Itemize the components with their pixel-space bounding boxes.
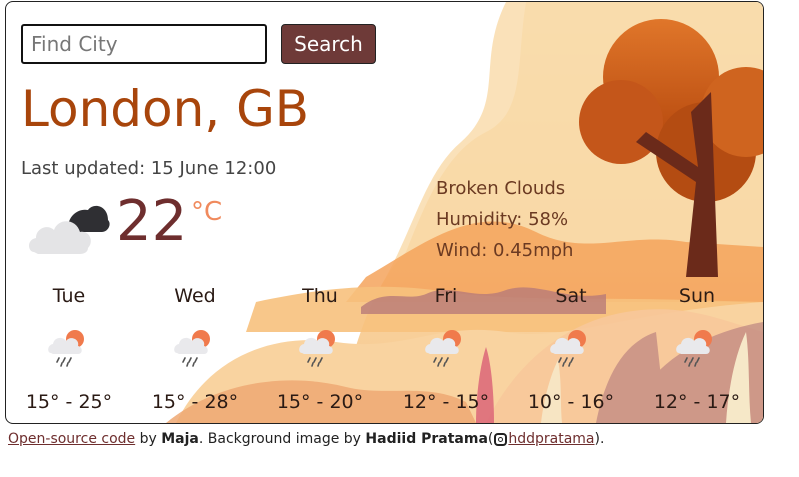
- author-name: Maja: [161, 431, 199, 447]
- artist-instagram-link[interactable]: hddpratama: [508, 431, 594, 447]
- search-input[interactable]: [21, 24, 267, 64]
- forecast-day-name: Sat: [555, 285, 587, 307]
- forecast-temp-range: 15° - 25°: [25, 391, 113, 413]
- rain-sun-cloud-icon: [48, 330, 84, 367]
- forecast-day-name: Thu: [302, 285, 338, 307]
- footer-text: . Background image by: [198, 431, 366, 447]
- footer-text: by: [135, 431, 162, 447]
- instagram-icon: [494, 433, 508, 446]
- forecast-temp-range: 15° - 28°: [151, 391, 239, 413]
- rain-sun-cloud-icon: [550, 330, 586, 367]
- forecast-temp-range: 10° - 16°: [527, 391, 615, 413]
- weather-details: Broken Clouds Humidity: 58% Wind: 0.45mp…: [436, 173, 573, 266]
- search-button[interactable]: Search: [281, 24, 376, 64]
- humidity: Humidity: 58%: [436, 209, 569, 230]
- forecast-day-name: Wed: [174, 285, 216, 307]
- city-name: London, GB: [21, 80, 310, 138]
- forecast-day: Tue 15° - 25°: [14, 283, 124, 413]
- broken-clouds-icon: [29, 205, 110, 254]
- rain-sun-cloud-icon: [425, 330, 461, 367]
- forecast-temp-range: 15° - 20°: [276, 391, 364, 413]
- forecast-day: Sun 12° - 17°: [642, 283, 752, 413]
- forecast-day-name: Fri: [434, 285, 458, 307]
- forecast-temp-range: 12° - 15°: [402, 391, 490, 413]
- current-temperature: 22: [116, 189, 188, 254]
- footer-text: (: [487, 431, 494, 447]
- forecast-day: Sat 10° - 16°: [516, 283, 626, 413]
- forecast-temp-range: 12° - 17°: [653, 391, 741, 413]
- forecast-day: Wed 15° - 28°: [140, 283, 250, 413]
- last-updated: Last updated: 15 June 12:00: [21, 158, 277, 179]
- artist-name: Hadiid Pratama: [365, 431, 488, 447]
- open-source-code-link[interactable]: Open-source code: [8, 431, 135, 447]
- forecast-day-name: Sun: [678, 285, 716, 307]
- forecast-day: Fri 12° - 15°: [391, 283, 501, 413]
- rain-sun-cloud-icon: [299, 330, 335, 367]
- rain-sun-cloud-icon: [676, 330, 712, 367]
- forecast-day: Thu 15° - 20°: [265, 283, 375, 413]
- temperature-unit[interactable]: °C: [191, 199, 222, 225]
- wind-speed: Wind: 0.45mph: [436, 240, 574, 261]
- weather-card: Search London, GB Last updated: 15 June …: [5, 1, 764, 424]
- footer: Open-source code by Maja. Background ima…: [8, 431, 604, 447]
- rain-sun-cloud-icon: [174, 330, 210, 367]
- forecast-day-name: Tue: [52, 285, 86, 307]
- footer-text: ).: [594, 431, 605, 447]
- weather-description: Broken Clouds: [436, 178, 566, 199]
